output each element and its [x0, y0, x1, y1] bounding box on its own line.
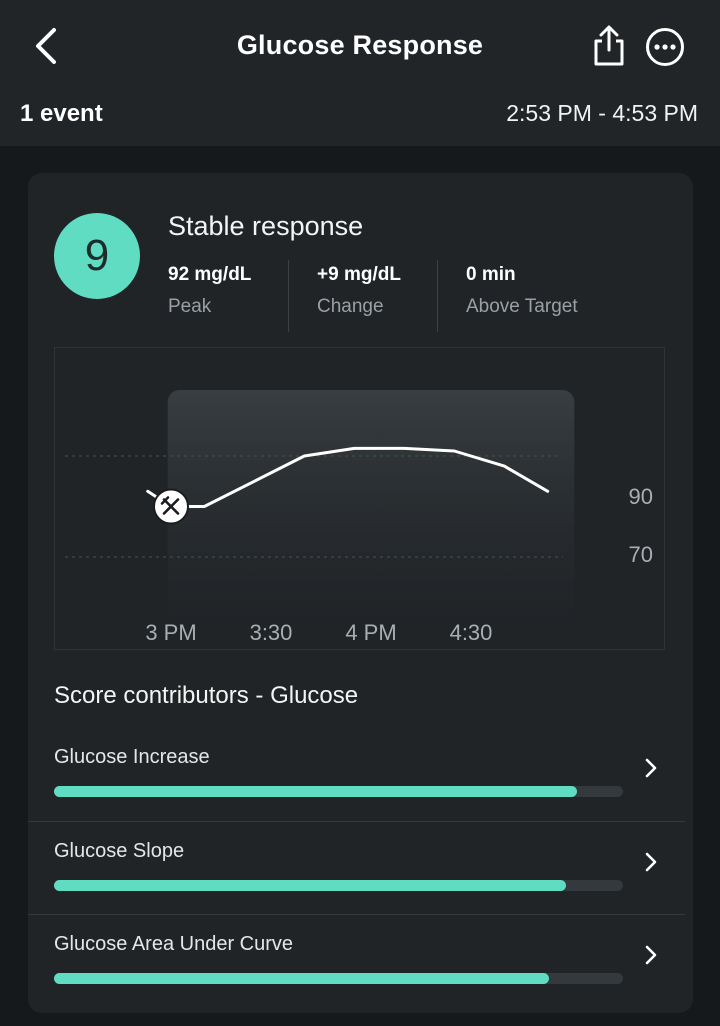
- contributor-label: Glucose Increase: [54, 746, 210, 768]
- x-tick-label: 4 PM: [345, 620, 396, 645]
- row-divider: [28, 821, 685, 822]
- share-icon: [594, 25, 624, 66]
- change-value: +9 mg/dL: [317, 264, 401, 285]
- score-badge: 9: [54, 213, 140, 299]
- contributor-row-glucose-auc[interactable]: Glucose Area Under Curve: [28, 933, 685, 1026]
- chevron-right-icon: [645, 852, 657, 872]
- meal-marker[interactable]: [153, 488, 189, 525]
- contributor-progress-fill: [54, 786, 578, 797]
- metric-divider: [288, 260, 289, 332]
- contributor-progress-track: [54, 973, 623, 984]
- y-tick-label: 70: [629, 542, 653, 567]
- contributor-progress-track: [54, 786, 623, 797]
- x-tick-label: 3 PM: [145, 620, 196, 645]
- glucose-chart[interactable]: 90 70 3 PM 3:30 4 PM 4:30: [54, 347, 665, 650]
- share-button[interactable]: [590, 24, 628, 68]
- chevron-right-icon: [645, 758, 657, 778]
- chevron-right-icon: [645, 945, 657, 965]
- time-range: 2:53 PM - 4:53 PM: [506, 100, 698, 126]
- contributor-label: Glucose Slope: [54, 840, 185, 862]
- top-bar: Glucose Response 1 event 2:53 PM - 4:53 …: [0, 0, 720, 146]
- above-target-label: Above Target: [466, 296, 578, 317]
- more-horizontal-icon: [646, 28, 684, 66]
- above-target-value: 0 min: [466, 264, 516, 285]
- score-value: 9: [84, 231, 110, 280]
- glucose-chart-svg: 90 70 3 PM 3:30 4 PM 4:30: [65, 390, 653, 645]
- response-label: Stable response: [168, 211, 364, 241]
- peak-label: Peak: [168, 296, 212, 317]
- metric-divider: [437, 260, 438, 332]
- contributor-progress-fill: [54, 880, 567, 891]
- contributor-progress-fill: [54, 973, 550, 984]
- change-label: Change: [317, 296, 384, 317]
- contributor-progress-track: [54, 880, 623, 891]
- contributor-row-glucose-increase[interactable]: Glucose Increase: [28, 746, 685, 839]
- contributor-row-glucose-slope[interactable]: Glucose Slope: [28, 840, 685, 933]
- peak-value: 92 mg/dL: [168, 264, 252, 285]
- contributor-label: Glucose Area Under Curve: [54, 933, 294, 955]
- y-tick-label: 90: [629, 484, 653, 509]
- row-divider: [28, 914, 685, 915]
- more-options-button[interactable]: [644, 26, 686, 68]
- meal-window-highlight: [167, 390, 575, 630]
- contributors-title: Score contributors - Glucose: [54, 682, 359, 709]
- event-count: 1 event: [20, 100, 103, 127]
- x-tick-label: 3:30: [250, 620, 293, 645]
- x-tick-label: 4:30: [450, 620, 493, 645]
